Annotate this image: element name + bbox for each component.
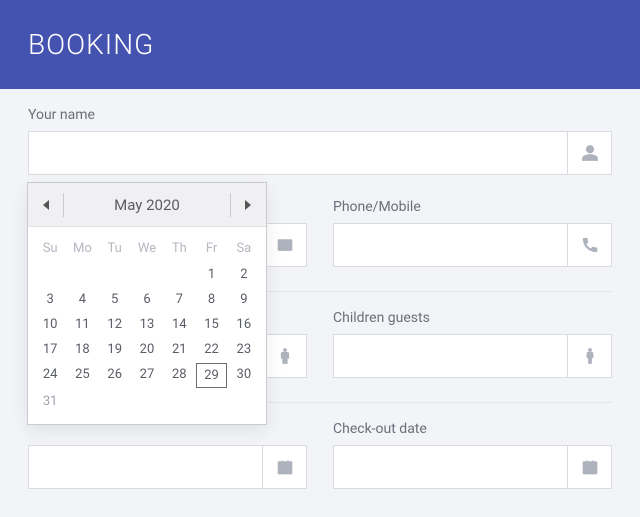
calendar-day[interactable]: 12 [100, 313, 130, 336]
calendar-day[interactable]: 5 [100, 288, 130, 311]
page-title: BOOKING [28, 28, 612, 61]
calendar-day[interactable]: 16 [229, 313, 259, 336]
page-header: BOOKING [0, 0, 640, 89]
calendar-day[interactable]: 6 [132, 288, 162, 311]
calendar-title[interactable]: May 2020 [64, 196, 230, 214]
calendar-icon [262, 446, 306, 488]
calendar-weekday: Su [34, 235, 66, 262]
mail-icon [262, 224, 306, 266]
children-input[interactable] [334, 335, 567, 377]
date-picker: May 2020 SuMoTuWeThFrSa00000123456789101… [27, 182, 267, 425]
phone-input[interactable] [334, 224, 567, 266]
children-field [333, 334, 612, 378]
phone-icon [567, 224, 611, 266]
calendar-weekday: Tu [99, 235, 131, 262]
calendar-day[interactable]: 9 [229, 288, 259, 311]
checkin-field [28, 445, 307, 489]
calendar-grid: SuMoTuWeThFrSa00000123456789101112131415… [28, 227, 266, 424]
calendar-day[interactable]: 24 [35, 363, 65, 388]
name-label: Your name [28, 107, 612, 123]
person-icon [567, 132, 611, 174]
chevron-right-icon [245, 200, 251, 210]
calendar-day[interactable]: 25 [67, 363, 97, 388]
calendar-weekday: Mo [66, 235, 98, 262]
calendar-weekday: Th [163, 235, 195, 262]
calendar-day[interactable]: 19 [100, 338, 130, 361]
calendar-day[interactable]: 13 [132, 313, 162, 336]
calendar-day[interactable]: 1 [196, 263, 226, 286]
calendar-day[interactable]: 26 [100, 363, 130, 388]
checkout-input[interactable] [334, 446, 567, 488]
calendar-weekday: Sa [228, 235, 260, 262]
male-icon [262, 335, 306, 377]
calendar-day[interactable]: 22 [196, 338, 226, 361]
children-label: Children guests [333, 310, 612, 326]
calendar-day[interactable]: 2 [229, 263, 259, 286]
checkout-field [333, 445, 612, 489]
calendar-day[interactable]: 14 [164, 313, 194, 336]
calendar-day[interactable]: 27 [132, 363, 162, 388]
chevron-left-icon [43, 200, 49, 210]
calendar-day[interactable]: 21 [164, 338, 194, 361]
calendar-day[interactable]: 15 [196, 313, 226, 336]
prev-month-button[interactable] [28, 183, 64, 227]
calendar-weekday: Fr [195, 235, 227, 262]
female-icon [567, 335, 611, 377]
calendar-weekday: We [131, 235, 163, 262]
calendar-day[interactable]: 4 [67, 288, 97, 311]
name-field [28, 131, 612, 175]
calendar-day[interactable]: 31 [35, 390, 65, 413]
calendar-day[interactable]: 30 [229, 363, 259, 388]
calendar-day[interactable]: 7 [164, 288, 194, 311]
calendar-day[interactable]: 23 [229, 338, 259, 361]
calendar-day[interactable]: 29 [196, 363, 226, 388]
name-input[interactable] [29, 132, 567, 174]
calendar-day[interactable]: 11 [67, 313, 97, 336]
next-month-button[interactable] [230, 183, 266, 227]
checkout-label: Check-out date [333, 421, 612, 437]
calendar-day[interactable]: 3 [35, 288, 65, 311]
calendar-day[interactable]: 17 [35, 338, 65, 361]
checkin-input[interactable] [29, 446, 262, 488]
calendar-day[interactable]: 28 [164, 363, 194, 388]
calendar-day[interactable]: 10 [35, 313, 65, 336]
calendar-day[interactable]: 20 [132, 338, 162, 361]
phone-field [333, 223, 612, 267]
calendar-header: May 2020 [28, 183, 266, 227]
calendar-day[interactable]: 8 [196, 288, 226, 311]
calendar-day[interactable]: 18 [67, 338, 97, 361]
phone-label: Phone/Mobile [333, 199, 612, 215]
calendar-icon [567, 446, 611, 488]
